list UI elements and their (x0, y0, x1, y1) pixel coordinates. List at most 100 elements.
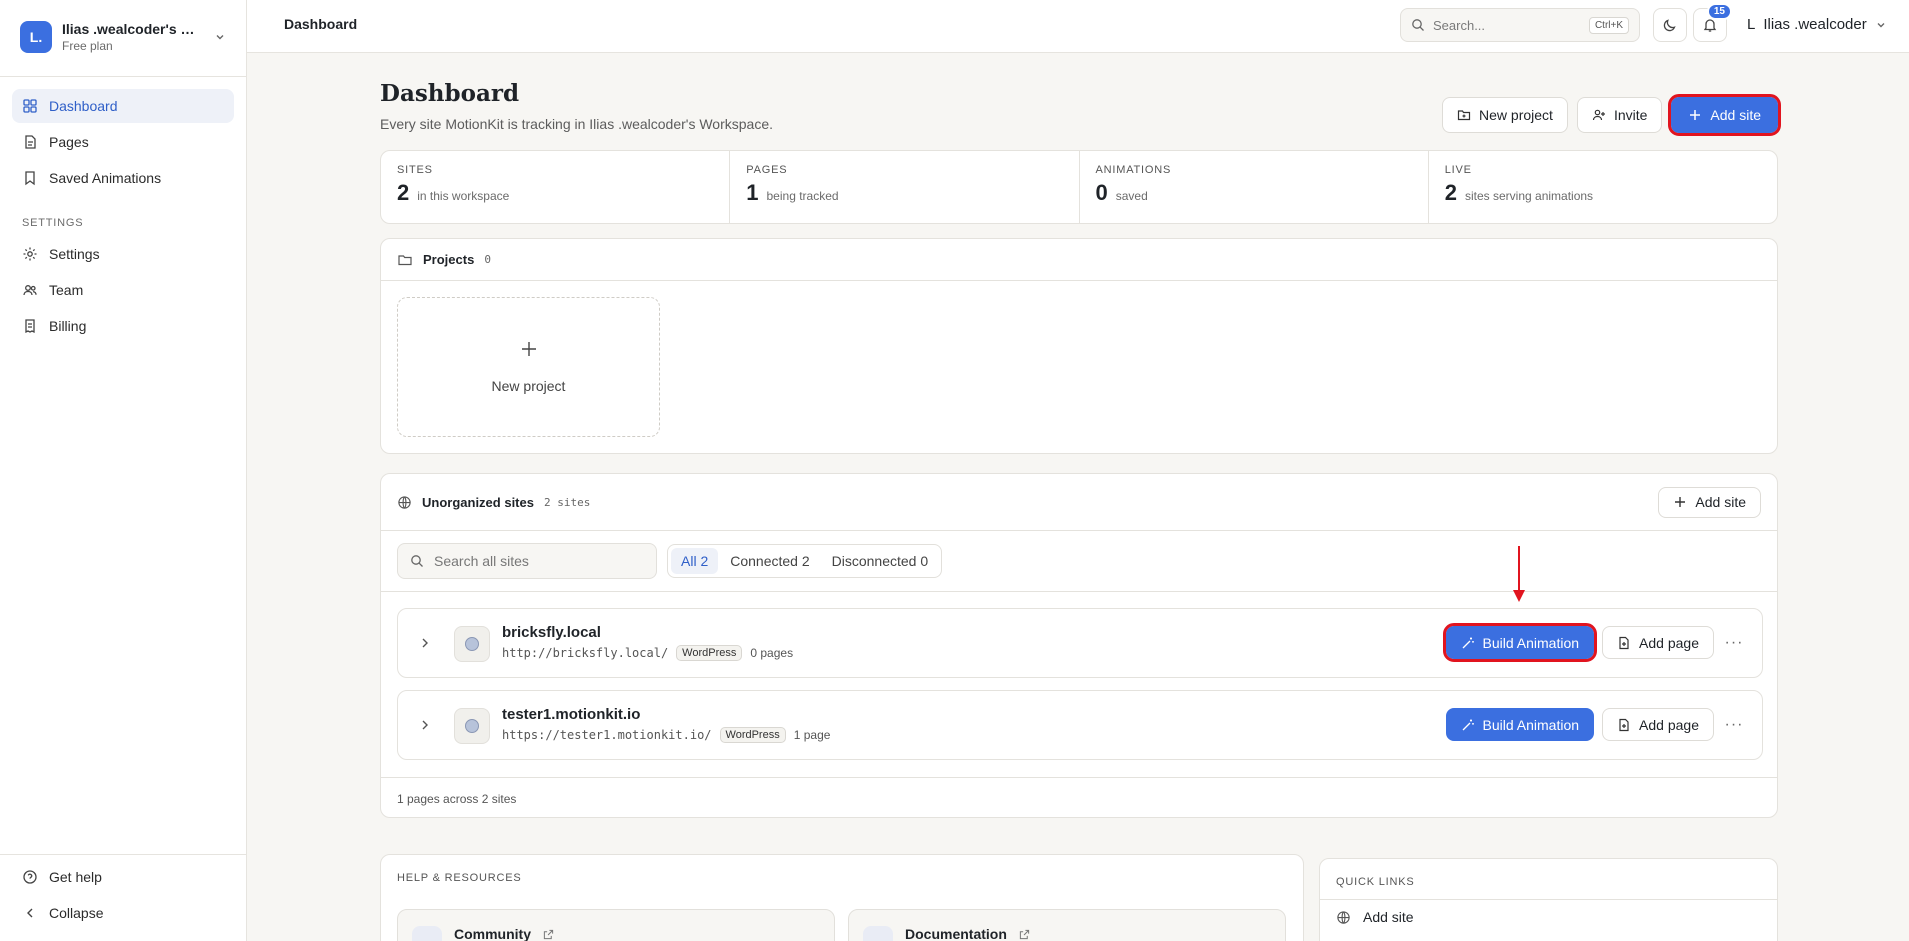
user-name: Ilias .wealcoder (1763, 16, 1867, 33)
projects-card: Projects 0 New project (380, 238, 1778, 454)
workspace-switcher[interactable]: L. Ilias .wealcoder's W... Free plan (12, 12, 234, 62)
search-shortcut: Ctrl+K (1588, 16, 1629, 34)
new-project-tile[interactable]: New project (397, 297, 660, 437)
folder-plus-icon (1457, 110, 1471, 121)
add-site-button[interactable]: Add site (1668, 94, 1781, 136)
documentation-card[interactable]: Documentation (848, 909, 1286, 941)
chevron-down-icon (1877, 22, 1885, 27)
site-search-placeholder: Search all sites (434, 553, 529, 569)
build-animation-label: Build Animation (1482, 716, 1580, 733)
sidebar-item-pages[interactable]: Pages (12, 125, 234, 159)
sidebar-footer: Get help Collapse (12, 860, 234, 932)
sidebar-item-settings[interactable]: Settings (12, 237, 234, 271)
stat-sites: SITES 2 in this workspace (381, 151, 731, 223)
build-animation-button[interactable]: Build Animation (1445, 708, 1595, 741)
divider (0, 76, 246, 77)
quick-link-add-site[interactable]: Add site (1336, 909, 1414, 925)
chevron-right-icon[interactable] (418, 636, 432, 650)
page-title: Dashboard (380, 80, 520, 107)
stat-label: LIVE (1444, 164, 1472, 176)
site-favicon (454, 626, 490, 662)
invite-label: Invite (1613, 107, 1648, 123)
workspace-avatar: L. (20, 21, 52, 53)
sidebar-item-team[interactable]: Team (12, 273, 234, 307)
divider (1320, 899, 1777, 900)
sidebar-item-saved-animations[interactable]: Saved Animations (12, 161, 234, 195)
sidebar-item-billing[interactable]: Billing (12, 309, 234, 343)
filter-disconnected[interactable]: Disconnected 0 (822, 548, 939, 574)
search-icon (411, 555, 423, 567)
get-help-label: Get help (49, 869, 102, 885)
site-row[interactable]: tester1.motionkit.io https://tester1.mot… (397, 690, 1763, 760)
globe-icon (398, 495, 411, 509)
global-search[interactable]: Search... Ctrl+K (1400, 8, 1640, 42)
add-page-button[interactable]: Add page (1602, 708, 1714, 741)
community-label: Community (454, 926, 531, 941)
projects-header: Projects 0 (381, 239, 1777, 281)
page-actions: New project Invite Add site (1442, 94, 1781, 136)
get-help-button[interactable]: Get help (12, 860, 234, 894)
stats-card: SITES 2 in this workspace PAGES 1 being tr… (380, 150, 1778, 224)
help-resources-card: HELP & RESOURCES Community Documentation (380, 854, 1304, 941)
unorganized-sites-card: Unorganized sites 2 sites Add site Searc… (380, 473, 1778, 818)
help-resources-title: HELP & RESOURCES (397, 872, 522, 884)
file-plus-icon (1619, 718, 1629, 731)
new-project-button[interactable]: New project (1442, 97, 1568, 133)
site-name[interactable]: tester1.motionkit.io (502, 706, 640, 723)
divider (0, 854, 246, 855)
site-search-input[interactable]: Search all sites (397, 543, 657, 579)
projects-title: Projects (423, 252, 475, 267)
external-link-icon (543, 929, 554, 940)
filter-all[interactable]: All 2 (671, 548, 719, 574)
sidebar-item-dashboard[interactable]: Dashboard (12, 89, 234, 123)
theme-toggle-button[interactable] (1653, 8, 1687, 42)
site-page-count: 1 page (793, 728, 831, 742)
unorganized-header: Unorganized sites 2 sites Add site (381, 474, 1777, 531)
user-menu[interactable]: L Ilias .wealcoder (1747, 16, 1887, 33)
invite-button[interactable]: Invite (1576, 97, 1663, 133)
stat-value: 2 (397, 180, 410, 205)
stat-label: ANIMATIONS (1095, 164, 1172, 176)
stat-caption: in this workspace (417, 189, 510, 203)
folder-icon (398, 254, 412, 265)
add-site-secondary-button[interactable]: Add site (1658, 486, 1761, 518)
filter-connected[interactable]: Connected 2 (720, 548, 819, 574)
magic-wand-icon (1462, 637, 1474, 648)
sidebar: L. Ilias .wealcoder's W... Free plan Das… (0, 0, 247, 941)
sites-summary: 1 pages across 2 sites (397, 792, 517, 806)
community-card[interactable]: Community (397, 909, 835, 941)
stat-caption: saved (1115, 189, 1148, 203)
user-avatar-initial: L (1747, 16, 1756, 33)
add-page-label: Add page (1639, 634, 1699, 651)
search-placeholder: Search... (1433, 17, 1486, 33)
more-options-icon[interactable]: ··· (1722, 634, 1746, 652)
notifications-button[interactable]: 15 (1693, 3, 1732, 42)
user-plus-icon (1592, 109, 1605, 121)
more-options-icon[interactable]: ··· (1722, 716, 1746, 734)
unorganized-count: 2 sites (543, 495, 591, 509)
stat-value: 1 (746, 180, 759, 205)
add-site-label: Add site (1710, 107, 1761, 123)
build-animation-button[interactable]: Build Animation (1442, 623, 1598, 662)
stat-caption: being tracked (766, 189, 839, 203)
build-animation-label: Build Animation (1482, 634, 1580, 651)
users-icon (23, 285, 37, 296)
plus-icon (1675, 497, 1686, 507)
receipt-icon (25, 319, 35, 334)
plus-icon (521, 342, 536, 356)
stat-label: PAGES (746, 164, 788, 176)
settings-nav: SETTINGS Settings Team Billing (12, 209, 234, 345)
pages-icon (25, 135, 36, 149)
add-page-button[interactable]: Add page (1602, 626, 1714, 659)
new-project-tile-label: New project (491, 378, 566, 394)
site-row[interactable]: bricksfly.local http://bricksfly.local/ … (397, 608, 1763, 678)
search-icon (1412, 19, 1424, 31)
collapse-button[interactable]: Collapse (12, 896, 234, 930)
quick-link-label: Add site (1363, 909, 1414, 925)
site-name[interactable]: bricksfly.local (502, 624, 601, 641)
grid-icon (23, 99, 37, 113)
globe-icon (465, 637, 479, 651)
magic-wand-icon (1462, 719, 1474, 730)
chevron-right-icon[interactable] (418, 718, 432, 732)
page-subtitle: Every site MotionKit is tracking in Ilia… (380, 116, 774, 132)
